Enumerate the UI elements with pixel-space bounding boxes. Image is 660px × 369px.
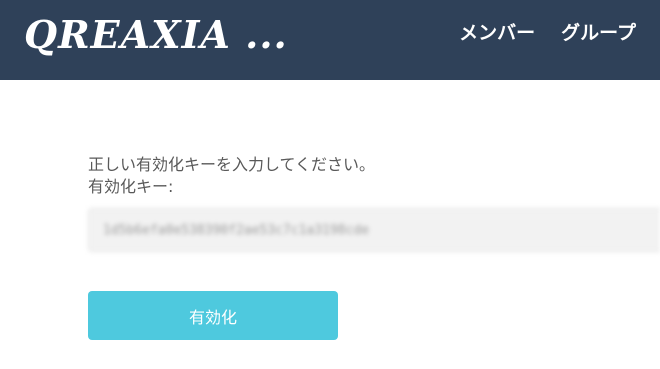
activate-button[interactable]: 有効化 [88, 291, 338, 340]
activation-key-input[interactable] [88, 208, 660, 252]
instruction-text: 正しい有効化キーを入力してください。 [88, 155, 376, 174]
top-header: QREAXIA ... メンバー グループ [0, 0, 660, 80]
activation-form: 正しい有効化キーを入力してください。 有効化キー: 有効化 [88, 154, 660, 340]
nav-item-groups[interactable]: グループ [561, 18, 636, 45]
nav-item-members[interactable]: メンバー [459, 18, 535, 45]
app-logo[interactable]: QREAXIA ... [24, 12, 288, 57]
activation-key-label: 有効化キー: [88, 177, 174, 196]
main-nav: メンバー グループ [459, 0, 636, 62]
